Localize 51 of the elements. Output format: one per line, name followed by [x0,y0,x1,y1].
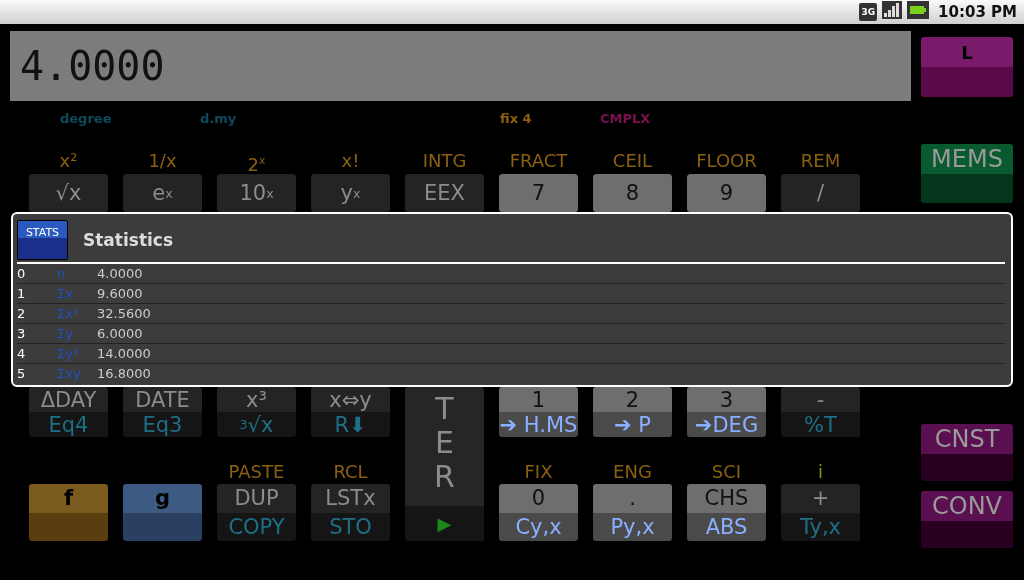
register-name: n [57,266,67,281]
register-index: 3 [17,326,27,341]
shift-label: ENG [613,461,652,484]
shift-label: x! [341,150,360,173]
clock-time: 10:03 PM [938,3,1017,21]
register-index: 2 [17,306,27,321]
mode-indicator: d.my [200,110,237,126]
shift-label: INTG [422,150,467,173]
shift-label: RCL [333,461,368,484]
shift-label: REM [800,150,841,173]
shift-label: FRACT [509,150,568,173]
register-value: 6.0000 [97,326,144,341]
register-index: 0 [17,266,27,281]
register-index: 1 [17,286,27,301]
mode-indicator: degree [60,110,112,126]
shift-label: SCI [711,461,742,484]
shift-label: 1/x [148,150,177,173]
register-name: Σxy [57,366,82,381]
display-value: 4.0000 [20,43,165,89]
calculator-key[interactable]: √x [29,174,108,212]
mode-indicator: CMPLX [600,110,651,126]
register-name: Σy [57,326,74,341]
calculator-key[interactable]: / [781,174,860,212]
register-value: 9.6000 [97,286,144,301]
register-index: 5 [17,366,27,381]
stats-icon: STATS [17,219,68,260]
register-name: Σx [57,286,74,301]
register-value: 32.5600 [97,306,152,321]
mode-indicator: fix 4 [500,110,532,126]
shift-label: i [818,461,823,484]
shift-label: FLOOR [696,150,757,173]
calculator-key[interactable]: 8 [593,174,672,212]
calculator-key[interactable]: 10$^{x}$ [217,174,296,212]
calculator-key[interactable]: 9 [687,174,766,212]
register-name: Σx² [57,306,80,321]
shift-label: FIX [524,461,553,484]
shift-label: 2$^{x}$ [247,153,266,176]
register-value: 14.0000 [97,346,152,361]
calculator-key[interactable]: 7 [499,174,578,212]
calculator-key[interactable]: EEX [405,174,484,212]
dialog-title: Statistics [83,229,174,250]
register-index: 4 [17,346,27,361]
shift-label: x² [59,150,78,173]
calculator-key[interactable]: e$^{x}$ [123,174,202,212]
register-name: Σy² [57,346,80,361]
register-value: 4.0000 [97,266,144,281]
shift-label: PASTE [228,461,285,484]
register-value: 16.8000 [97,366,152,381]
shift-label: CEIL [612,150,653,173]
calculator-key[interactable]: y$^{x}$ [311,174,390,212]
network-type-icon: 3G [859,3,878,21]
